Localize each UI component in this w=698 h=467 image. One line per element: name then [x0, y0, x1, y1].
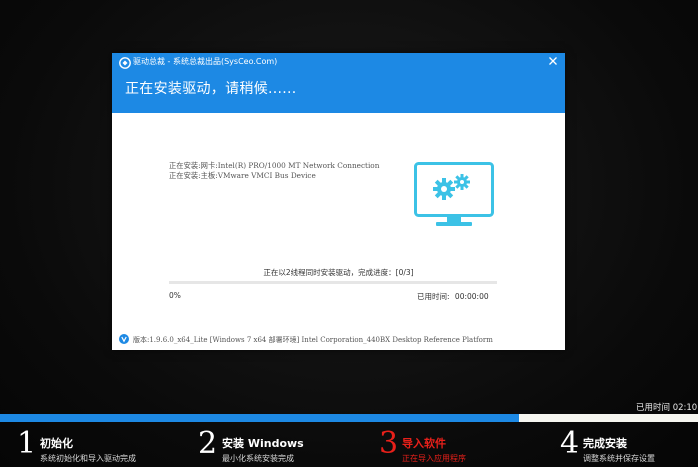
- elapsed-value: 00:00:00: [454, 292, 489, 301]
- monitor-gears-icon: [414, 162, 494, 226]
- installing-heading: 正在安装驱动，请稍候......: [125, 81, 297, 97]
- step-number: 2: [198, 426, 218, 461]
- status-line: 正在安装:主板:VMware VMCI Bus Device: [169, 170, 316, 180]
- step-subtitle: 正在导入应用程序: [402, 454, 466, 463]
- setup-steps: 1 初始化 系统初始化和导入驱动完成 2 安装 Windows 最小化系统安装完…: [0, 426, 698, 467]
- driver-logo-icon: [119, 57, 131, 69]
- step-title: 初始化: [40, 437, 73, 450]
- elapsed-time: 已用时间: 00:00:00: [417, 291, 489, 302]
- elapsed-label: 已用时间:: [417, 292, 450, 301]
- progress-percent: 0%: [169, 291, 181, 300]
- step-number: 4: [560, 426, 580, 461]
- step-subtitle: 最小化系统安装完成: [222, 454, 294, 463]
- step-title: 导入软件: [402, 437, 446, 450]
- step-number: 1: [17, 426, 37, 461]
- step-title: 安装 Windows: [222, 437, 304, 450]
- step-subtitle: 调整系统并保存设置: [583, 454, 655, 463]
- dialog-header: 驱动总裁 - 系统总裁出品(SysCeo.Com) 正在安装驱动，请稍候....…: [112, 53, 565, 113]
- status-line: 正在安装:网卡:Intel(R) PRO/1000 MT Network Con…: [169, 161, 380, 170]
- total-elapsed-time: 已用时间 02:10: [636, 403, 698, 413]
- install-progress-bar: [169, 281, 497, 284]
- window-title: 驱动总裁 - 系统总裁出品(SysCeo.Com): [133, 57, 278, 66]
- progress-text: 正在以2线程同时安装驱动，完成进度：[0/3]: [263, 268, 414, 277]
- close-icon[interactable]: [547, 55, 559, 67]
- setup-progress-bar: [0, 414, 698, 422]
- step-subtitle: 系统初始化和导入驱动完成: [40, 454, 136, 463]
- step-number: 3: [379, 426, 399, 461]
- setup-progress-fill: [0, 414, 519, 422]
- step-title: 完成安装: [583, 437, 627, 450]
- driver-install-dialog: 驱动总裁 - 系统总裁出品(SysCeo.Com) 正在安装驱动，请稍候....…: [112, 53, 565, 350]
- version-info: 版本:1.9.6.0_x64_Lite [Windows 7 x64 部署环境]…: [133, 336, 493, 344]
- install-status-list: 正在安装:网卡:Intel(R) PRO/1000 MT Network Con…: [169, 161, 379, 180]
- version-v-icon: [119, 334, 129, 344]
